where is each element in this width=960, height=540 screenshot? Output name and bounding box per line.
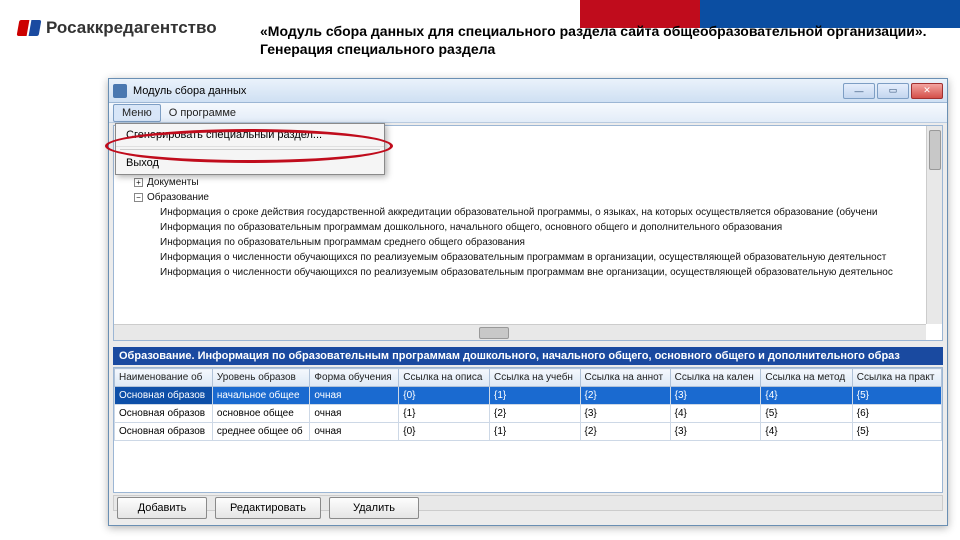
scrollbar-thumb[interactable]	[479, 327, 509, 339]
app-window: Модуль сбора данных — ▭ ✕ Меню О програм…	[108, 78, 948, 526]
edit-button[interactable]: Редактировать	[215, 497, 321, 519]
titlebar[interactable]: Модуль сбора данных — ▭ ✕	[109, 79, 947, 103]
menubar: Меню О программе	[109, 103, 947, 123]
collapse-icon[interactable]: −	[134, 193, 143, 202]
grid-header[interactable]: Уровень образов	[212, 369, 310, 387]
data-grid[interactable]: Наименование об Уровень образов Форма об…	[113, 367, 943, 493]
grid-header[interactable]: Ссылка на метод	[761, 369, 852, 387]
menu-about[interactable]: О программе	[161, 105, 244, 121]
tree-node[interactable]: Информация о сроке действия государствен…	[120, 205, 936, 220]
window-buttons: — ▭ ✕	[843, 83, 943, 99]
table-row[interactable]: Основная образовосновное общееочная{1}{2…	[115, 405, 942, 423]
logo-area: Росаккредагентство	[0, 0, 250, 38]
scrollbar-thumb[interactable]	[929, 130, 941, 170]
expand-icon[interactable]: +	[134, 178, 143, 187]
menu-item-generate[interactable]: Сгенерировать специальный раздел...	[116, 124, 384, 147]
app-icon	[113, 84, 127, 98]
slide-header: Росаккредагентство «Модуль сбора данных …	[0, 0, 960, 76]
tree-node[interactable]: Информация по образовательным программам…	[120, 220, 936, 235]
grid-header[interactable]: Ссылка на практ	[852, 369, 941, 387]
grid-header[interactable]: Форма обучения	[310, 369, 399, 387]
table-row[interactable]: Основная образовсреднее общее обочная{0}…	[115, 423, 942, 441]
menu-dropdown: Сгенерировать специальный раздел... Выхо…	[115, 123, 385, 175]
logo-text: Росаккредагентство	[46, 18, 217, 38]
delete-button[interactable]: Удалить	[329, 497, 419, 519]
grid-header[interactable]: Ссылка на кален	[670, 369, 761, 387]
grid-header[interactable]: Ссылка на учебн	[490, 369, 581, 387]
grid-header[interactable]: Наименование об	[115, 369, 213, 387]
logo-flag-icon	[18, 20, 40, 36]
menu-item-exit[interactable]: Выход	[116, 152, 384, 174]
minimize-button[interactable]: —	[843, 83, 875, 99]
section-title: Образование. Информация по образовательн…	[113, 347, 943, 365]
tree-node[interactable]: Информация о численности обучающихся по …	[120, 265, 936, 280]
grid-header[interactable]: Ссылка на описа	[399, 369, 490, 387]
tree-vertical-scrollbar[interactable]	[926, 126, 942, 324]
title-area: «Модуль сбора данных для специального ра…	[250, 0, 960, 58]
grid-header-row: Наименование об Уровень образов Форма об…	[115, 369, 942, 387]
grid-header[interactable]: Ссылка на аннот	[580, 369, 670, 387]
close-button[interactable]: ✕	[911, 83, 943, 99]
menu-separator	[120, 149, 380, 150]
tree-node[interactable]: −Образование	[120, 190, 936, 205]
add-button[interactable]: Добавить	[117, 497, 207, 519]
tree-node[interactable]: Информация о численности обучающихся по …	[120, 250, 936, 265]
menu-menu[interactable]: Меню	[113, 104, 161, 122]
page-title: «Модуль сбора данных для специального ра…	[260, 22, 950, 58]
maximize-button[interactable]: ▭	[877, 83, 909, 99]
tree-node[interactable]: +Документы	[120, 175, 936, 190]
window-title: Модуль сбора данных	[133, 85, 843, 97]
table-row[interactable]: Основная образовначальное общееочная{0}{…	[115, 387, 942, 405]
tree-horizontal-scrollbar[interactable]	[114, 324, 926, 340]
button-row: Добавить Редактировать Удалить	[117, 497, 419, 519]
tree-node[interactable]: Информация по образовательным программам…	[120, 235, 936, 250]
